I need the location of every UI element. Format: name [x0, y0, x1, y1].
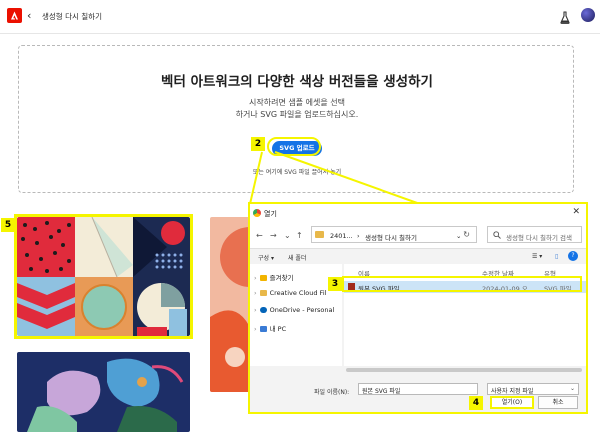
computer-icon	[259, 326, 267, 332]
expand-chevron-icon[interactable]: ›	[254, 274, 257, 282]
star-icon	[259, 275, 267, 281]
nav-item-creative-cloud[interactable]: › Creative Cloud Fil	[254, 289, 326, 297]
callout-5: 5	[1, 218, 15, 232]
nav-item-favorites[interactable]: › 즐겨찾기	[254, 272, 294, 282]
open-button[interactable]: 열기(O)	[490, 396, 534, 409]
view-menu-icon[interactable]: ☰ ▾	[532, 253, 542, 260]
svg-upload-highlight	[267, 137, 321, 156]
filename-input[interactable]: 원본 SVG 파일	[358, 383, 478, 395]
nav-item-label: Creative Cloud Fil	[269, 289, 327, 297]
help-icon[interactable]: ?	[568, 251, 578, 261]
nav-item-label: OneDrive - Personal	[269, 306, 335, 314]
search-placeholder: 생성형 다시 칠하기 검색	[506, 234, 572, 242]
chrome-icon	[253, 209, 261, 217]
dialog-footer: 파일 이름(N): 원본 SVG 파일 사용자 지정 파일 ⌄ 열기(O) 취소	[250, 372, 586, 412]
new-folder-button[interactable]: 새 폴더	[288, 253, 306, 262]
filetype-select[interactable]: 사용자 지정 파일 ⌄	[487, 383, 579, 395]
refresh-icon[interactable]: ↻	[463, 230, 470, 239]
address-segment-1[interactable]: 2401...	[330, 232, 353, 240]
creative-cloud-folder-icon	[259, 290, 267, 296]
address-segment-2[interactable]: 생성형 다시 칠하기	[365, 232, 417, 242]
filename-label: 파일 이름(N):	[314, 389, 350, 396]
close-icon[interactable]: ✕	[572, 207, 580, 217]
nav-item-onedrive[interactable]: › OneDrive - Personal	[254, 306, 334, 314]
chevron-down-icon: ⌄	[569, 385, 575, 392]
nav-item-this-pc[interactable]: › 내 PC	[254, 323, 286, 333]
dialog-title: 열기	[264, 210, 277, 218]
address-chevron-icon[interactable]: ⌄	[456, 232, 461, 240]
address-bar[interactable]: 2401... › 생성형 다시 칠하기 ⌄ ↻	[311, 226, 477, 243]
file-open-dialog: 열기 ✕ ← → ⌄ ↑ 2401... › 생성형 다시 칠하기 ⌄ ↻ 생성…	[248, 202, 588, 414]
expand-chevron-icon[interactable]: ›	[254, 289, 257, 297]
callout-2: 2	[251, 137, 265, 151]
forward-arrow-icon[interactable]: →	[270, 231, 277, 240]
back-arrow-icon[interactable]: ←	[256, 231, 263, 240]
dialog-nav-bar: ← → ⌄ ↑ 2401... › 생성형 다시 칠하기 ⌄ ↻ 생성형 다시 …	[250, 222, 586, 248]
file-row-highlight	[342, 276, 582, 292]
nav-item-label: 즐겨찾기	[269, 274, 294, 282]
folder-icon	[315, 231, 324, 238]
sample-asset-abstract-figures[interactable]	[17, 352, 190, 432]
organize-menu[interactable]: 구성 ▾	[258, 253, 274, 262]
cancel-button[interactable]: 취소	[538, 396, 578, 409]
preview-pane-icon[interactable]: ▯	[555, 253, 558, 260]
onedrive-cloud-icon	[259, 307, 267, 313]
recent-locations-chevron-icon[interactable]: ⌄	[284, 231, 291, 240]
sample-asset-highlight	[14, 214, 193, 339]
callout-3: 3	[328, 277, 342, 291]
expand-chevron-icon[interactable]: ›	[254, 325, 257, 333]
address-separator: ›	[357, 232, 360, 240]
expand-chevron-icon[interactable]: ›	[254, 306, 257, 314]
nav-item-label: 내 PC	[269, 325, 287, 333]
dialog-titlebar: 열기 ✕	[250, 204, 586, 222]
filename-value: 원본 SVG 파일	[362, 388, 401, 395]
callout-4: 4	[469, 396, 483, 410]
search-icon	[493, 231, 501, 239]
dialog-toolbar: 구성 ▾ 새 폴더 ☰ ▾ ▯ ?	[250, 248, 586, 264]
up-arrow-icon[interactable]: ↑	[296, 231, 303, 240]
filetype-value: 사용자 지정 파일	[491, 388, 534, 395]
search-input[interactable]: 생성형 다시 칠하기 검색	[487, 226, 582, 243]
